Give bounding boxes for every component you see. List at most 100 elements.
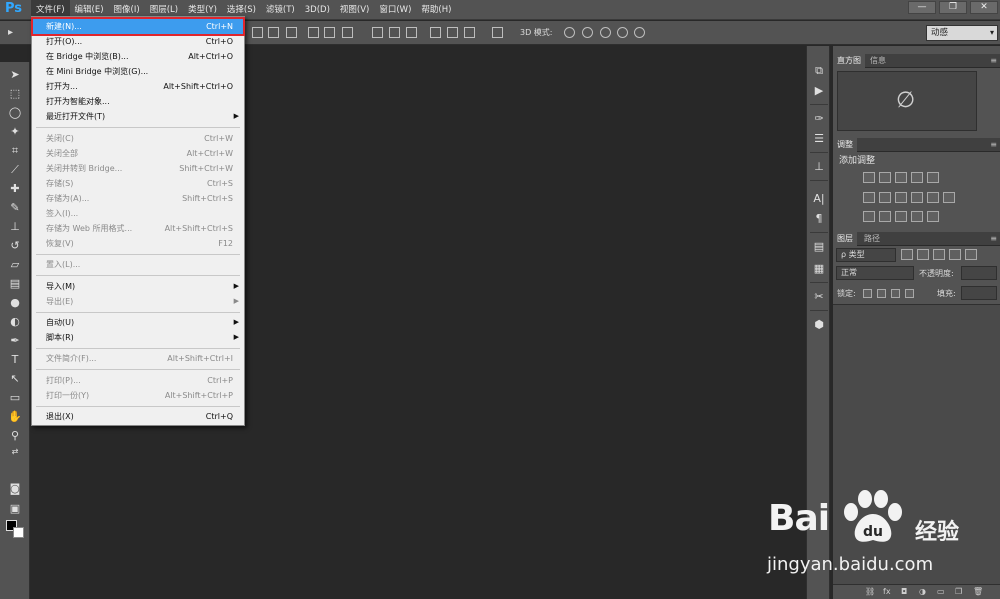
color-balance-icon[interactable] (879, 192, 891, 203)
opacity-input[interactable] (961, 266, 997, 280)
lock-pixels-icon[interactable] (863, 289, 872, 298)
blend-mode-select[interactable]: 正常 (836, 266, 914, 280)
rectangle-tool-icon[interactable]: ▭ (7, 391, 23, 405)
menu-item-open-recent[interactable]: 最近打开文件(T) ▶ (33, 109, 243, 124)
character-panel-icon[interactable]: A| (812, 192, 826, 206)
menu-item-open-smart-object[interactable]: 打开为智能对象... (33, 94, 243, 109)
tab-adjustments[interactable]: 调整 (833, 138, 857, 152)
distribute-hcenter-icon[interactable] (447, 27, 458, 38)
menu-3d[interactable]: 3D(D) (300, 0, 335, 20)
layer-kind-filter[interactable]: ρ 类型 (836, 248, 896, 262)
panel-menu-icon[interactable]: ≡ (990, 234, 997, 243)
panel-menu-icon[interactable]: ≡ (990, 56, 997, 65)
zoom-tool-icon[interactable]: ⚲ (7, 429, 23, 443)
align-left-icon[interactable] (308, 27, 319, 38)
background-color-swatch[interactable] (13, 527, 24, 538)
blur-tool-icon[interactable]: ● (7, 296, 23, 310)
healing-brush-tool-icon[interactable]: ✚ (7, 182, 23, 196)
history-brush-tool-icon[interactable]: ↺ (7, 239, 23, 253)
vibrance-icon[interactable] (927, 172, 939, 183)
menu-help[interactable]: 帮助(H) (416, 0, 456, 20)
dodge-tool-icon[interactable]: ◐ (7, 315, 23, 329)
eraser-tool-icon[interactable]: ▱ (7, 258, 23, 272)
3d-rotate-icon[interactable] (564, 27, 575, 38)
adjustment-filter-icon[interactable] (917, 249, 929, 260)
pen-tool-icon[interactable]: ✒ (7, 334, 23, 348)
panel-menu-icon[interactable]: ≡ (990, 140, 997, 149)
workspace-select[interactable]: 动感 (926, 25, 998, 41)
delete-layer-icon[interactable]: 🗑 (973, 587, 983, 596)
menu-view[interactable]: 视图(V) (335, 0, 374, 20)
tool-presets-icon[interactable]: ✂ (812, 290, 826, 304)
black-white-icon[interactable] (895, 192, 907, 203)
3d-slide-icon[interactable] (617, 27, 628, 38)
menu-item-automate[interactable]: 自动(U) ▶ (33, 315, 243, 330)
marquee-tool-icon[interactable]: ⬚ (7, 87, 23, 101)
quick-select-tool-icon[interactable]: ✦ (7, 125, 23, 139)
exposure-icon[interactable] (911, 172, 923, 183)
auto-align-icon[interactable] (492, 27, 503, 38)
link-layers-icon[interactable]: ⛓ (865, 587, 875, 596)
layer-style-icon[interactable]: fx (883, 587, 891, 596)
shape-filter-icon[interactable] (949, 249, 961, 260)
menu-item-new[interactable]: 新建(N)... Ctrl+N (31, 17, 245, 36)
swap-colors-icon[interactable]: ⇄ (7, 445, 23, 459)
menu-item-open-as[interactable]: 打开为... Alt+Shift+Ctrl+O (33, 79, 243, 94)
distribute-vcenter-icon[interactable] (389, 27, 400, 38)
minimize-button[interactable]: — (908, 1, 936, 14)
menu-item-close-all[interactable]: 关闭全部 Alt+Ctrl+W (33, 146, 243, 161)
distribute-top-icon[interactable] (372, 27, 383, 38)
fill-input[interactable] (961, 286, 997, 300)
menu-item-scripts[interactable]: 脚本(R) ▶ (33, 330, 243, 345)
menu-item-close[interactable]: 关闭(C) Ctrl+W (33, 131, 243, 146)
paragraph-panel-icon[interactable]: ¶ (812, 212, 826, 226)
brush-tool-icon[interactable]: ✎ (7, 201, 23, 215)
channel-mixer-icon[interactable] (927, 192, 939, 203)
menu-item-import[interactable]: 导入(M) ▶ (33, 279, 243, 294)
3d-roll-icon[interactable] (582, 27, 593, 38)
3d-drag-icon[interactable] (600, 27, 611, 38)
distribute-bottom-icon[interactable] (406, 27, 417, 38)
tab-layers[interactable]: 图层 (833, 232, 857, 246)
clone-stamp-tool-icon[interactable]: ⊥ (7, 220, 23, 234)
screen-mode-icon[interactable]: ▣ (7, 502, 23, 516)
invert-icon[interactable] (863, 211, 875, 222)
menu-item-export[interactable]: 导出(E) ▶ (33, 294, 243, 309)
path-select-tool-icon[interactable]: ↖ (7, 372, 23, 386)
menu-item-browse-mini-bridge[interactable]: 在 Mini Bridge 中浏览(G)... (33, 64, 243, 79)
add-mask-icon[interactable]: ◘ (901, 587, 907, 596)
gradient-tool-icon[interactable]: ▤ (7, 277, 23, 291)
color-lookup-icon[interactable] (943, 192, 955, 203)
align-right-icon[interactable] (342, 27, 353, 38)
3d-scale-icon[interactable] (634, 27, 645, 38)
hand-tool-icon[interactable]: ✋ (7, 410, 23, 424)
menu-item-save-for-web[interactable]: 存储为 Web 所用格式... Alt+Shift+Ctrl+S (33, 221, 243, 236)
new-group-icon[interactable]: ▭ (937, 587, 945, 596)
type-tool-icon[interactable]: T (7, 353, 23, 367)
menu-item-check-in[interactable]: 签入(I)... (33, 206, 243, 221)
selective-color-icon[interactable] (911, 211, 923, 222)
brightness-icon[interactable] (863, 172, 875, 183)
new-adjustment-icon[interactable]: ◑ (919, 587, 926, 596)
posterize-icon[interactable] (879, 211, 891, 222)
menu-item-print-one-copy[interactable]: 打印一份(Y) Alt+Shift+Ctrl+P (33, 388, 243, 403)
menu-item-exit[interactable]: 退出(X) Ctrl+Q (33, 409, 243, 424)
clone-source-icon[interactable]: ⊥ (812, 160, 826, 174)
align-top-icon[interactable] (252, 27, 263, 38)
restore-button[interactable]: ❐ (939, 1, 967, 14)
menu-item-open[interactable]: 打开(O)... Ctrl+O (33, 34, 243, 49)
crop-tool-icon[interactable]: ⌗ (7, 144, 23, 158)
distribute-right-icon[interactable] (464, 27, 475, 38)
quick-mask-icon[interactable]: ◙ (7, 482, 23, 496)
lock-move-icon[interactable] (891, 289, 900, 298)
align-bottom-icon[interactable] (286, 27, 297, 38)
3d-panel-icon[interactable]: ⬢ (812, 318, 826, 332)
menu-item-browse-bridge[interactable]: 在 Bridge 中浏览(B)... Alt+Ctrl+O (33, 49, 243, 64)
actions-panel-icon[interactable]: ▶ (812, 84, 826, 98)
brush-panel-icon[interactable]: ✑ (812, 112, 826, 126)
distribute-left-icon[interactable] (430, 27, 441, 38)
menu-item-place[interactable]: 置入(L)... (33, 257, 243, 272)
menu-filter[interactable]: 滤镜(T) (261, 0, 300, 20)
curves-icon[interactable] (895, 172, 907, 183)
pixel-filter-icon[interactable] (901, 249, 913, 260)
